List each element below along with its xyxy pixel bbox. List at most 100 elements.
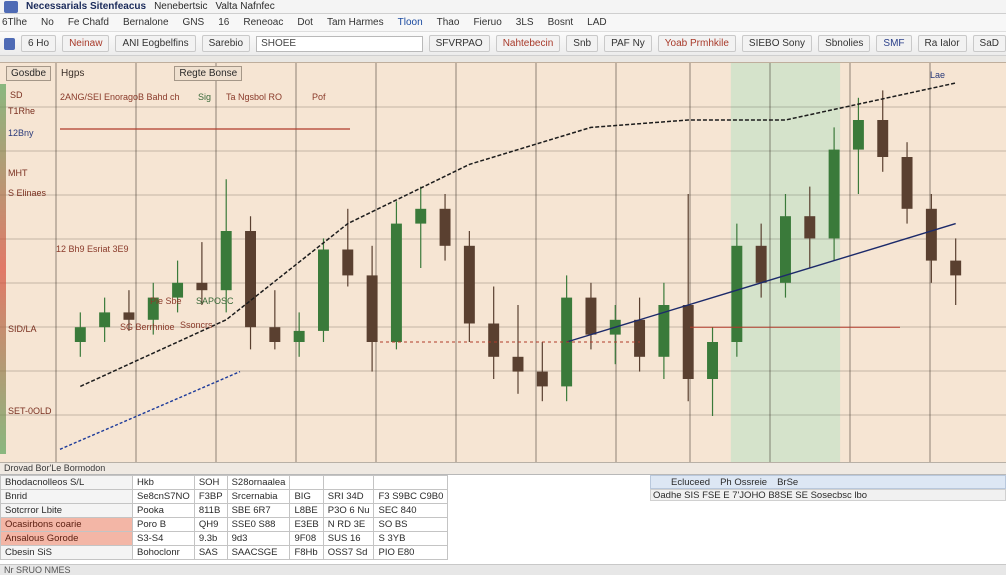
candle-body [634, 319, 646, 357]
toolbar-button-13[interactable]: Ra Ialor [917, 35, 967, 52]
candle-body [123, 312, 135, 320]
candle-body [536, 371, 548, 387]
candle-body [439, 208, 451, 246]
menu-item-3[interactable]: Bernalone [123, 17, 169, 28]
axis-label-1: SD [10, 90, 23, 100]
menu-item-12[interactable]: 3LS [516, 17, 534, 28]
table-row[interactable]: Bnrid Se8cnS7NO F3BP Srcernabia BIG SRI … [0, 489, 449, 504]
menu-item-7[interactable]: Dot [297, 17, 313, 28]
axis-label-6: SID/LA [8, 324, 37, 334]
timeframe-label[interactable]: Hgps [61, 68, 84, 79]
candle-body [877, 120, 889, 157]
toolbar-button-9[interactable]: Yoab Prmhkile [657, 35, 736, 52]
table-cell: S 3YB [373, 531, 449, 546]
table-cell: Pooka [132, 503, 195, 518]
table-row-head: Cbesin SiS [0, 545, 133, 560]
toolbar-button-2[interactable]: Neinaw [62, 35, 110, 52]
order-strip-item: Ecluceed [671, 476, 711, 488]
table-cell: SAACSGE [226, 545, 291, 560]
table-cell: 9F08 [289, 531, 324, 546]
app-icon [4, 0, 18, 13]
candle-body [342, 249, 354, 276]
annotation-9: SG Berrhnioe [120, 322, 175, 332]
candle-body [780, 216, 791, 283]
annotation-1: 2ANG/SEI Enorago [60, 92, 139, 102]
table-header-cell [322, 475, 375, 490]
toolbar-button-14[interactable]: SaD [972, 35, 1006, 52]
order-strip-item: BrSe [777, 476, 799, 488]
table-cell: 9.3b [193, 531, 228, 546]
symbol-search-input[interactable] [256, 35, 423, 52]
toolbar-button-8[interactable]: PAF Ny [604, 35, 652, 52]
candle-body [804, 216, 816, 239]
candle-body [901, 157, 913, 209]
menu-item-4[interactable]: GNS [183, 17, 205, 28]
table-cell: F8Hb [289, 545, 324, 560]
menu-item-1[interactable]: No [41, 17, 54, 28]
chart-panel[interactable] [0, 62, 1006, 463]
table-cell: QH9 [193, 517, 228, 532]
candle-body [74, 327, 86, 342]
menu-item-5[interactable]: 16 [218, 17, 229, 28]
toolbar-button-7[interactable]: Snb [566, 35, 599, 52]
menu-item-10[interactable]: Thao [437, 17, 460, 28]
price-chart[interactable] [0, 63, 1006, 463]
candle-body [585, 297, 597, 335]
symbol-label[interactable]: Gosdbe [6, 65, 52, 81]
candle-body [196, 282, 208, 291]
table-header-cell [373, 475, 449, 490]
table-cell: 9d3 [226, 531, 291, 546]
annotation-5: Pof [312, 92, 326, 102]
menu-icon[interactable] [4, 37, 15, 50]
status-bar: Nr SRUO NMES [0, 564, 1006, 575]
menu-item-2[interactable]: Fe Chafd [68, 17, 109, 28]
order-strip[interactable]: Ecluceed Ph Ossreie BrSe [650, 475, 1006, 489]
toolbar-button-10[interactable]: SIEBO Sony [741, 35, 813, 52]
chart-header: Gosdbe Hgps Regte Bonse [0, 62, 1006, 84]
table-row[interactable]: Ocasirbons coarie Poro B QH9 SSE0 S88 E3… [0, 517, 449, 532]
toolbar-button-6[interactable]: Nahtebecin [495, 35, 561, 52]
table-cell: F3BP [193, 489, 228, 504]
left-indicator-rail [0, 84, 6, 454]
toolbar: 6 Ho Neinaw ANI Eogbelfins Sarebio SFVRP… [0, 32, 1006, 56]
table-header-cell: SOH [193, 475, 228, 490]
toolbar-button-3[interactable]: ANI Eogbelfins [115, 35, 196, 52]
candle-body [293, 330, 305, 342]
chart-status-strip: Drovad Bor'Le Bormodon [0, 462, 1006, 474]
candle-body [390, 223, 402, 342]
table-header-cell: Bhodacnolleos S/L [0, 475, 133, 490]
menu-item-0[interactable]: 6Tlhe [2, 17, 27, 28]
title-item: Valta Nafnfec [215, 1, 275, 12]
table-row[interactable]: Sotcrror Lbite Pooka 811B SBE 6R7 L8BE P… [0, 503, 449, 518]
trading-app: Necessarials Sitenfeacus Nenebertsic Val… [0, 0, 1006, 575]
table-row[interactable]: Cbesin SiS Bohoclonr SAS SAACSGE F8Hb OS… [0, 545, 449, 560]
candle-body [269, 327, 281, 342]
annotation-6: 12 Bh9 Esriat 3E9 [56, 244, 129, 254]
annotation-8: SAPOSC [196, 296, 234, 306]
menu-item-8[interactable]: Tam Harmes [327, 17, 384, 28]
toolbar-button-4[interactable]: Sarebio [201, 35, 251, 52]
menu-item-11[interactable]: Fieruo [473, 17, 501, 28]
table-row[interactable]: Ansalous Gorode S3-S4 9.3b 9d3 9F08 SUS … [0, 531, 449, 546]
table-cell: E3EB [289, 517, 324, 532]
menu-item-13[interactable]: Bosnt [548, 17, 574, 28]
table-cell: PIO E80 [373, 545, 449, 560]
annotation-2: B Bahd ch [138, 92, 180, 102]
table-cell: SEC 840 [373, 503, 449, 518]
menu-item-6[interactable]: Reneoac [243, 17, 283, 28]
toolbar-button-12[interactable]: SMF [876, 35, 912, 52]
data-table: Bhodacnolleos S/L Hkb SOH S28ornaalea Bn… [0, 475, 449, 560]
annotation-7: Pie Sbe [150, 296, 182, 306]
study-label[interactable]: Regte Bonse [174, 65, 243, 81]
table-cell: SO BS [373, 517, 449, 532]
axis-label-7: SET-0OLD [8, 406, 52, 416]
toolbar-button-5[interactable]: SFVRPAO [428, 35, 490, 52]
toolbar-button-11[interactable]: Sbnolies [818, 35, 871, 52]
toolbar-button-1[interactable]: 6 Ho [20, 35, 57, 52]
order-detail-row[interactable]: Oadhe SIS FSE E 7'JOHO B8SE SE Sosecbsc … [650, 489, 1006, 501]
menu-item-14[interactable]: LAD [587, 17, 606, 28]
table-cell: SUS 16 [322, 531, 375, 546]
menu-item-9[interactable]: Tloon [398, 17, 423, 28]
data-panel: Bhodacnolleos S/L Hkb SOH S28ornaalea Bn… [0, 474, 1006, 564]
candle-body [99, 312, 111, 328]
